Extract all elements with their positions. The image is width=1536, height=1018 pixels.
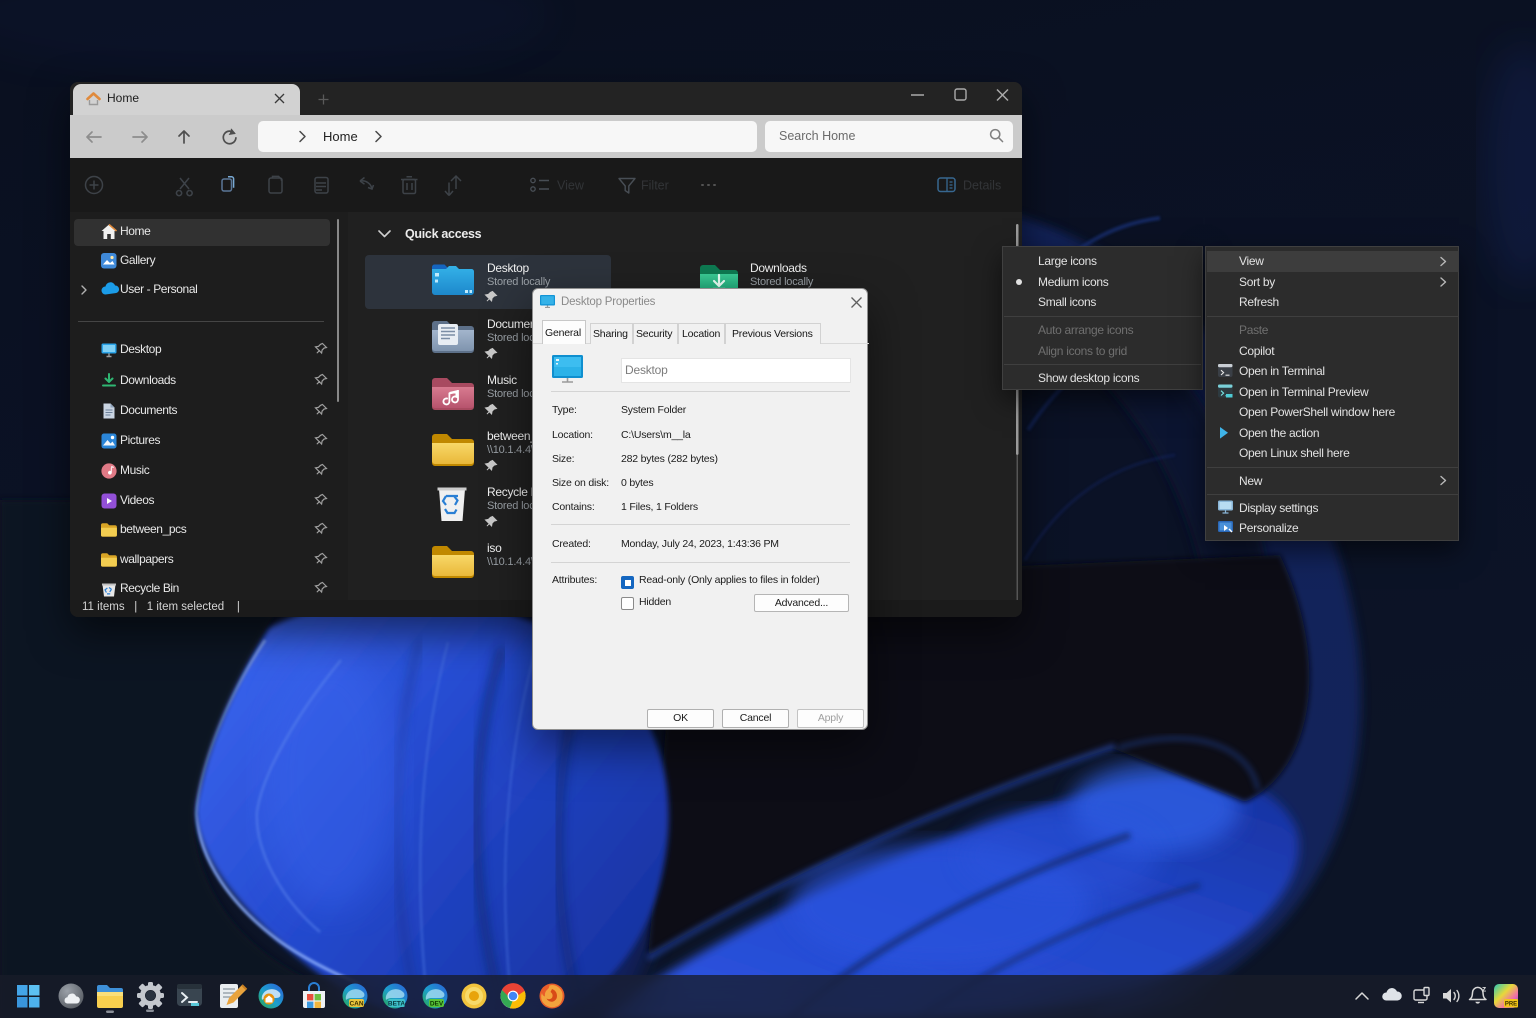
svg-text:z: z [1482, 984, 1486, 994]
svg-text:View: View [557, 179, 585, 193]
svg-text:Details: Details [963, 179, 1001, 193]
svg-text:BETA: BETA [388, 1001, 406, 1008]
svg-text:DEV: DEV [430, 1001, 444, 1008]
svg-text:Filter: Filter [641, 179, 669, 193]
svg-text:PRE: PRE [1505, 1002, 1517, 1008]
svg-text:CAN: CAN [349, 1001, 363, 1008]
